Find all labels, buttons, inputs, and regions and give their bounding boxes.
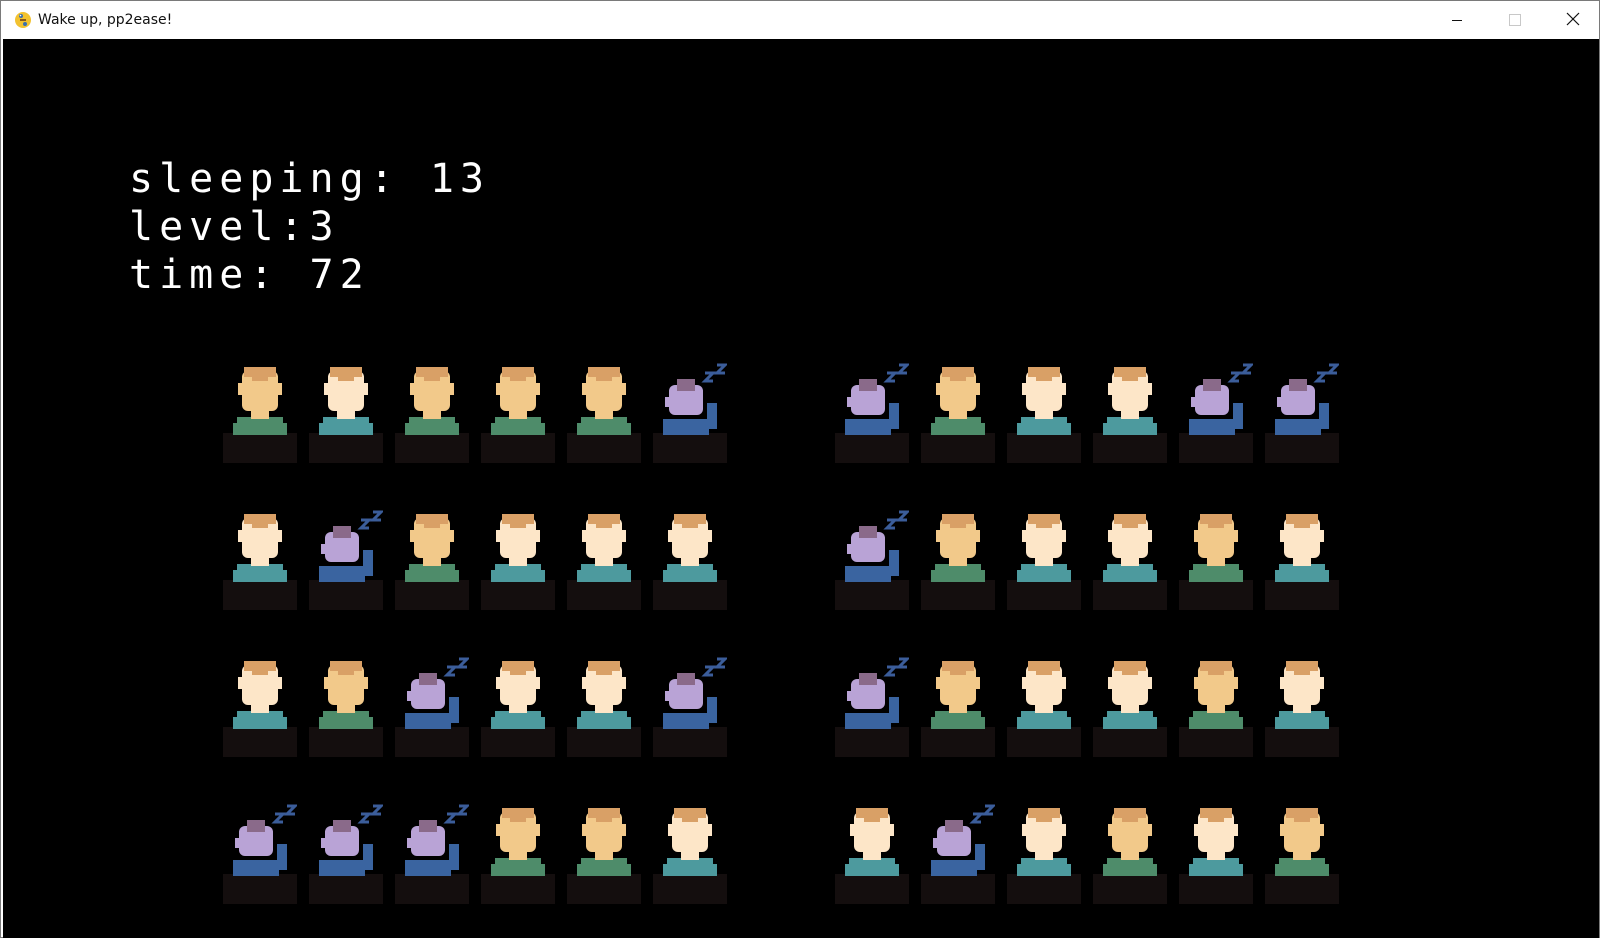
game-window: Wake up, pp2ease! sleeping: 13 level:3 t… xyxy=(0,0,1600,938)
awake-student[interactable] xyxy=(1093,651,1167,759)
awake-student[interactable] xyxy=(567,651,641,759)
python-snake-icon xyxy=(14,11,32,29)
awake-student[interactable] xyxy=(481,357,555,465)
awake-student[interactable] xyxy=(309,357,383,465)
awake-student[interactable] xyxy=(1093,798,1167,906)
hud: sleeping: 13 level:3 time: 72 xyxy=(129,155,490,299)
awake-student[interactable] xyxy=(835,798,909,906)
level-value: 3 xyxy=(309,204,340,250)
awake-student[interactable] xyxy=(223,357,297,465)
level-indicator: level:3 xyxy=(129,203,490,251)
sleeping-student[interactable] xyxy=(835,357,909,465)
awake-student[interactable] xyxy=(1007,357,1081,465)
awake-student[interactable] xyxy=(1265,798,1339,906)
minimize-button[interactable] xyxy=(1428,1,1486,39)
awake-student[interactable] xyxy=(1179,798,1253,906)
awake-student[interactable] xyxy=(921,357,995,465)
awake-student[interactable] xyxy=(1007,798,1081,906)
sleeping-student[interactable] xyxy=(309,798,383,906)
awake-student[interactable] xyxy=(921,651,995,759)
sleeping-counter: sleeping: 13 xyxy=(129,155,490,203)
awake-student[interactable] xyxy=(1007,504,1081,612)
timer: time: 72 xyxy=(129,251,490,299)
game-canvas[interactable]: sleeping: 13 level:3 time: 72 xyxy=(3,39,1599,938)
awake-student[interactable] xyxy=(481,798,555,906)
sleeping-student[interactable] xyxy=(835,504,909,612)
sleeping-value: 13 xyxy=(429,156,491,202)
awake-student[interactable] xyxy=(1093,357,1167,465)
awake-student[interactable] xyxy=(395,357,469,465)
awake-student[interactable] xyxy=(1179,651,1253,759)
sleeping-student[interactable] xyxy=(653,357,727,465)
awake-student[interactable] xyxy=(1007,651,1081,759)
awake-student[interactable] xyxy=(481,504,555,612)
time-value: 72 xyxy=(309,252,370,298)
maximize-button[interactable] xyxy=(1486,1,1544,39)
awake-student[interactable] xyxy=(223,651,297,759)
awake-student[interactable] xyxy=(653,798,727,906)
sleeping-student[interactable] xyxy=(921,798,995,906)
minimize-icon xyxy=(1451,11,1463,30)
awake-student[interactable] xyxy=(567,504,641,612)
sleeping-student[interactable] xyxy=(835,651,909,759)
sleeping-student[interactable] xyxy=(395,651,469,759)
awake-student[interactable] xyxy=(223,504,297,612)
close-button[interactable] xyxy=(1544,1,1602,39)
maximize-icon xyxy=(1509,11,1521,30)
close-icon xyxy=(1566,11,1580,30)
awake-student[interactable] xyxy=(481,651,555,759)
sleeping-student[interactable] xyxy=(653,651,727,759)
sleeping-student[interactable] xyxy=(223,798,297,906)
window-title: Wake up, pp2ease! xyxy=(38,12,173,28)
awake-student[interactable] xyxy=(567,798,641,906)
awake-student[interactable] xyxy=(1265,651,1339,759)
title-bar[interactable]: Wake up, pp2ease! xyxy=(1,1,1599,39)
level-label: level: xyxy=(129,204,310,250)
sleeping-student[interactable] xyxy=(1265,357,1339,465)
awake-student[interactable] xyxy=(653,504,727,612)
sleeping-label: sleeping: xyxy=(129,156,400,202)
sleeping-student[interactable] xyxy=(395,798,469,906)
awake-student[interactable] xyxy=(567,357,641,465)
awake-student[interactable] xyxy=(1265,504,1339,612)
awake-student[interactable] xyxy=(1179,504,1253,612)
awake-student[interactable] xyxy=(309,651,383,759)
time-label: time: xyxy=(129,252,280,298)
awake-student[interactable] xyxy=(1093,504,1167,612)
awake-student[interactable] xyxy=(921,504,995,612)
awake-student[interactable] xyxy=(395,504,469,612)
sleeping-student[interactable] xyxy=(1179,357,1253,465)
sleeping-student[interactable] xyxy=(309,504,383,612)
